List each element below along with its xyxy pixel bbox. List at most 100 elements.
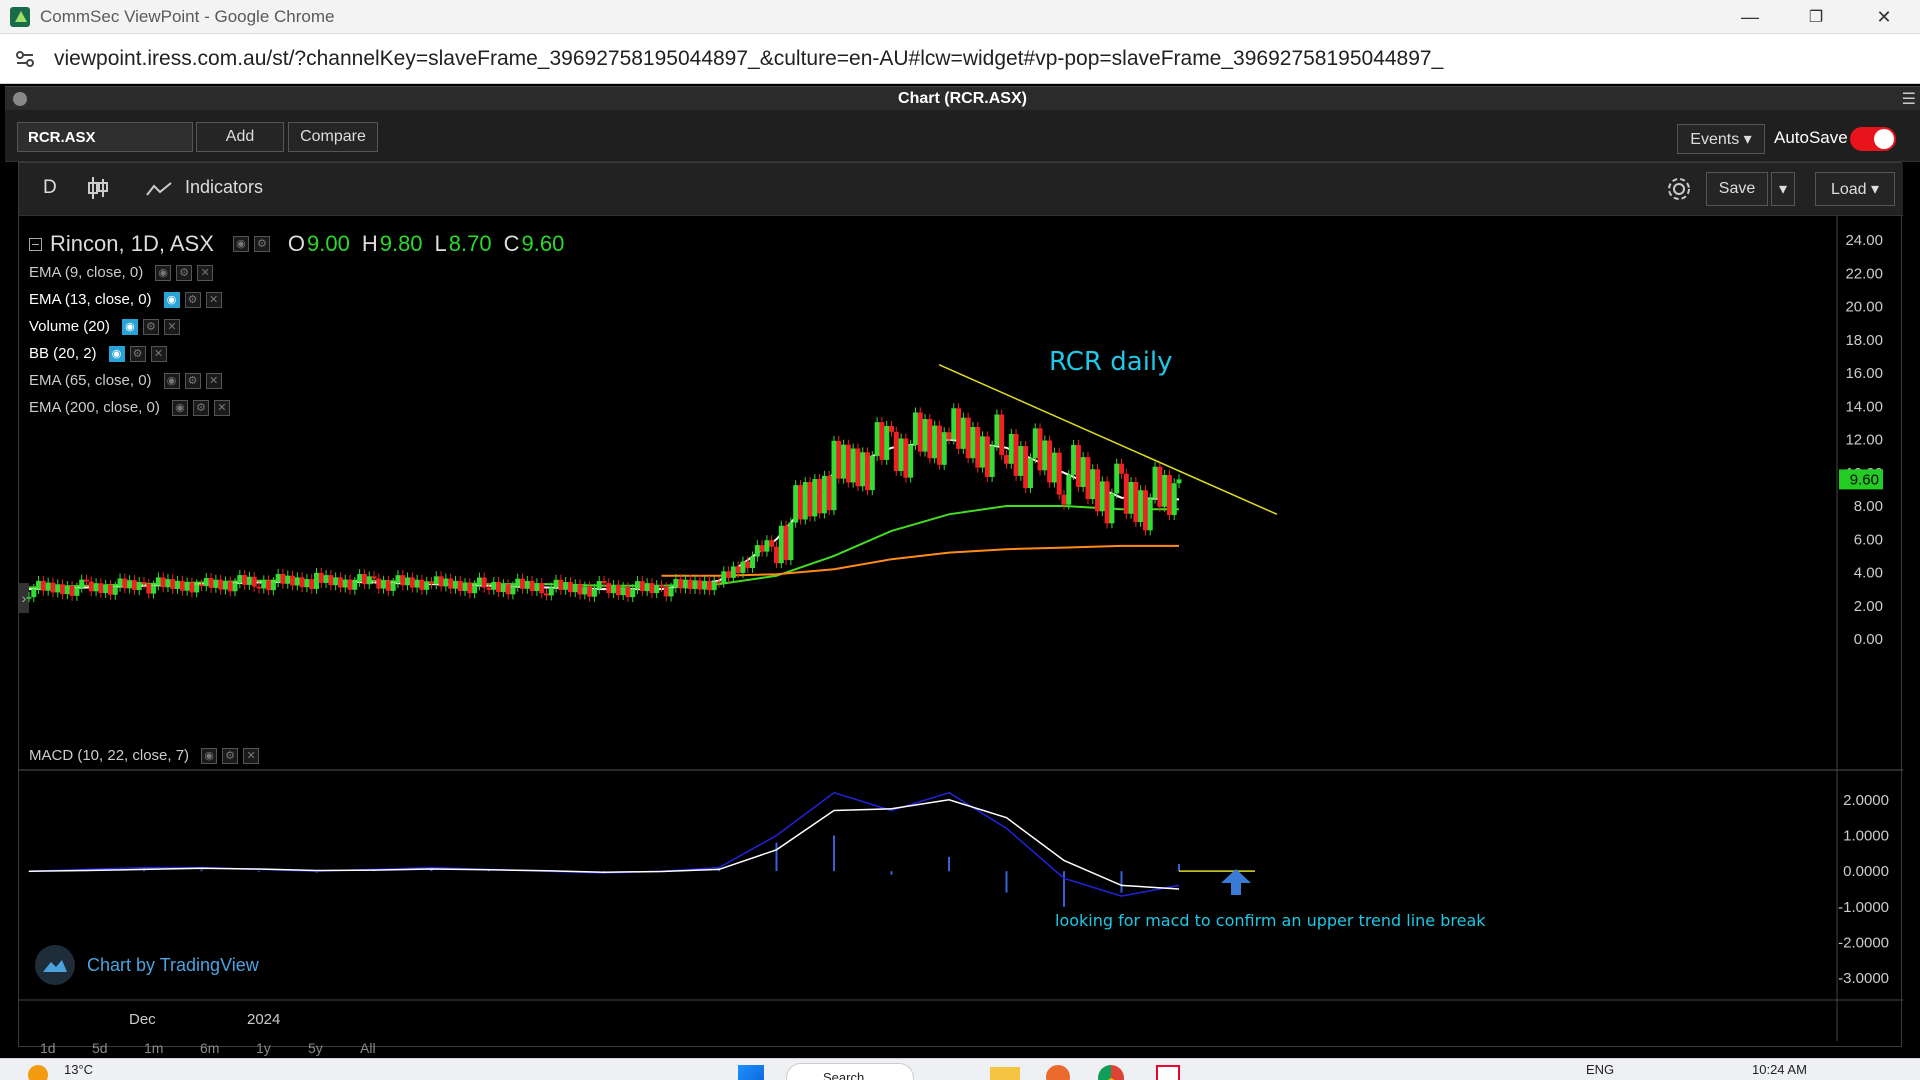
chrome-icon[interactable]	[1098, 1065, 1124, 1080]
candle-body	[529, 580, 535, 592]
candle-body	[821, 475, 827, 514]
candle-body	[788, 522, 794, 561]
candle-body	[136, 581, 142, 591]
candle-body	[304, 579, 310, 588]
panel-status-dot[interactable]	[13, 92, 27, 106]
candle-body	[175, 580, 181, 589]
candle-body	[577, 584, 583, 595]
file-explorer-icon[interactable]	[990, 1067, 1020, 1080]
tradingview-logo-icon	[35, 945, 75, 985]
range-1y[interactable]: 1y	[256, 1040, 271, 1056]
candle-body	[486, 587, 492, 590]
candle-body	[433, 576, 439, 585]
taskbar-search-label: Search	[823, 1070, 865, 1080]
candle-body	[165, 579, 171, 588]
candle-body	[107, 584, 113, 595]
candle-body	[539, 583, 545, 594]
candle-body	[462, 583, 468, 591]
range-1m[interactable]: 1m	[144, 1040, 163, 1056]
clock-time[interactable]: 10:24 AM	[1752, 1062, 1807, 1077]
macd-axis-label: 1.0000	[1843, 828, 1889, 845]
range-all[interactable]: All	[360, 1040, 376, 1056]
language-indicator[interactable]: ENG	[1586, 1062, 1614, 1077]
price-axis-label: 8.00	[1854, 498, 1883, 515]
candle-body	[103, 584, 109, 594]
candle-body	[1027, 458, 1033, 489]
weather-icon[interactable]	[28, 1065, 48, 1080]
close-window-button[interactable]: ✕	[1854, 0, 1914, 34]
interval-selector[interactable]: D	[43, 177, 57, 199]
price-axis-label: 0.00	[1854, 631, 1883, 648]
candle-body	[673, 579, 679, 588]
candle-body	[951, 408, 957, 440]
taskbar-search-box[interactable]: Search	[786, 1063, 914, 1080]
load-dropdown[interactable]: Load ▾	[1815, 172, 1895, 206]
candle-body	[146, 583, 152, 594]
chart-settings-gear-icon[interactable]	[1665, 175, 1693, 209]
url-field[interactable]: viewpoint.iress.com.au/st/?channelKey=sl…	[54, 47, 1443, 71]
settings-gear-icon[interactable]: ⚙	[222, 747, 239, 764]
candle-body	[366, 576, 372, 585]
events-dropdown[interactable]: Events ▾	[1677, 124, 1765, 154]
candle-body	[1061, 494, 1067, 505]
candle-style-icon[interactable]	[87, 175, 109, 207]
candle-body	[1071, 444, 1077, 475]
candle-body	[131, 580, 137, 591]
candle-body	[802, 482, 808, 520]
restore-button[interactable]: ❐	[1786, 0, 1846, 34]
indicators-button[interactable]: Indicators	[185, 177, 263, 198]
candle-body	[74, 587, 80, 596]
candle-body	[179, 580, 185, 591]
weather-temp[interactable]: 13°C	[64, 1062, 93, 1077]
save-dropdown[interactable]: ▾	[1771, 172, 1795, 206]
candle-body	[1147, 498, 1153, 531]
range-5d[interactable]: 5d	[92, 1040, 108, 1056]
app-icon[interactable]	[1046, 1065, 1070, 1080]
candle-body	[620, 587, 626, 596]
save-button[interactable]: Save	[1706, 172, 1768, 206]
windows-taskbar: 13°C Search ENG 10:24 AM	[0, 1058, 1920, 1080]
autosave-toggle[interactable]	[1850, 127, 1896, 151]
minimize-button[interactable]: —	[1720, 0, 1780, 34]
visibility-eye-icon[interactable]: ◉	[201, 747, 218, 764]
candle-body	[826, 475, 832, 511]
app-icon[interactable]	[1156, 1065, 1180, 1080]
indicators-icon[interactable]	[145, 181, 173, 203]
up-arrow-icon	[1219, 869, 1253, 902]
candle-body	[1099, 481, 1105, 512]
candle-body	[189, 582, 195, 593]
candle-body	[831, 440, 837, 511]
candle-body	[64, 586, 70, 595]
candle-body	[1037, 428, 1043, 471]
price-chart-canvas[interactable]: 24.0022.0020.0018.0016.0014.0012.0010.00…	[19, 216, 1903, 1041]
candle-body	[290, 575, 296, 586]
candle-body	[1023, 446, 1029, 489]
macd-histogram-bar	[833, 835, 835, 872]
chart-toolbar: D Indicators Save ▾ Load ▾	[19, 163, 1903, 216]
candle-body	[865, 452, 871, 491]
candle-body	[1128, 482, 1134, 514]
candle-body	[553, 579, 559, 588]
candle-body	[452, 580, 458, 589]
compare-button[interactable]: Compare	[288, 122, 378, 152]
price-axis-label: 14.00	[1845, 398, 1883, 415]
range-6m[interactable]: 6m	[200, 1040, 219, 1056]
candle-body	[352, 581, 358, 590]
candle-body	[491, 581, 497, 590]
candle-body	[395, 575, 401, 584]
macd-label: MACD (10, 22, close, 7)	[29, 747, 190, 764]
add-button[interactable]: Add	[196, 122, 284, 152]
start-windows-icon[interactable]	[738, 1065, 764, 1080]
range-5y[interactable]: 5y	[308, 1040, 323, 1056]
symbol-input[interactable]: RCR.ASX	[17, 122, 193, 152]
candle-body	[88, 581, 94, 592]
range-1d[interactable]: 1d	[40, 1040, 56, 1056]
remove-study-icon[interactable]: ✕	[243, 747, 260, 764]
site-settings-icon[interactable]	[12, 46, 38, 72]
candle-body	[376, 578, 382, 589]
hamburger-menu-icon[interactable]: ☰	[1902, 89, 1916, 109]
candle-body	[270, 582, 276, 591]
candle-body	[711, 581, 717, 591]
tradingview-watermark[interactable]: Chart by TradingView	[35, 945, 259, 985]
candle-body	[424, 582, 430, 590]
